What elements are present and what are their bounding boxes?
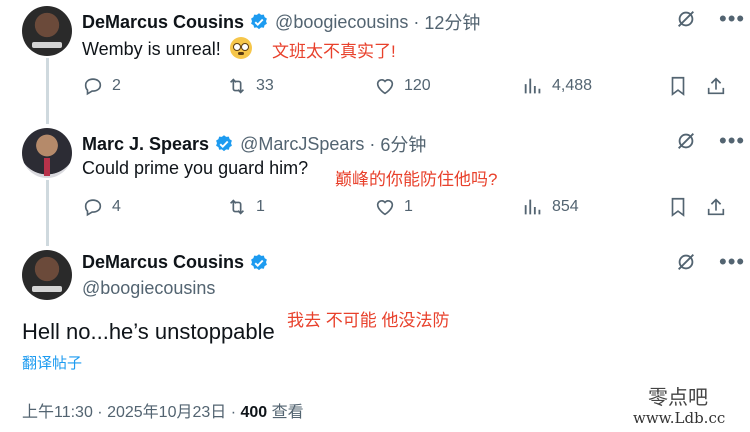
- like-icon: [376, 200, 394, 216]
- translation-annotation: 巅峰的你能防住他吗?: [335, 170, 498, 189]
- views-icon: [524, 199, 541, 215]
- author-handle[interactable]: @boogiecousins: [275, 12, 408, 33]
- reply-icon: [84, 199, 102, 217]
- post-timestamp[interactable]: 上午11:30 · 2025年10月23日 ·: [22, 404, 240, 421]
- reply-button[interactable]: 2: [82, 75, 121, 97]
- views-button[interactable]: 4,488: [522, 75, 592, 97]
- thread-line: [46, 58, 49, 124]
- retweet-button[interactable]: 33: [226, 75, 274, 97]
- bookmark-icon: [671, 76, 685, 96]
- more-icon[interactable]: •••: [719, 8, 745, 30]
- tweet-top-icons: •••: [675, 251, 745, 273]
- timestamp[interactable]: 6分钟: [380, 131, 426, 157]
- author-name[interactable]: DeMarcus Cousins: [82, 252, 244, 273]
- like-count: 120: [404, 77, 431, 94]
- reply-icon: [84, 78, 102, 96]
- separator-dot: ·: [413, 11, 420, 32]
- tweet-top-icons: •••: [675, 8, 745, 30]
- flushed-emoji-icon: [229, 37, 252, 59]
- reply-count: 2: [112, 77, 121, 94]
- bookmark-button[interactable]: [667, 196, 689, 218]
- like-count: 1: [404, 198, 413, 215]
- bookmark-icon: [671, 197, 685, 217]
- watermark-logo: 零点吧: [648, 385, 708, 409]
- tweet-text: Hell no...he’s unstoppable: [22, 319, 275, 344]
- share-button[interactable]: [705, 196, 727, 218]
- views-count: 854: [552, 198, 579, 215]
- verified-badge-icon: [251, 253, 267, 270]
- post-meta: 上午11:30 · 2025年10月23日 · 400 查看: [22, 398, 304, 422]
- tweet-text-content: Wemby is unreal!: [82, 39, 221, 59]
- avatar[interactable]: [22, 250, 72, 300]
- verified-badge-icon: [251, 13, 267, 30]
- views-button[interactable]: 854: [522, 196, 579, 218]
- retweet-button[interactable]: 1: [226, 196, 265, 218]
- views-count: 4,488: [552, 77, 593, 94]
- bookmark-button[interactable]: [667, 75, 689, 97]
- avatar[interactable]: [22, 128, 72, 178]
- translate-post-link[interactable]: 翻译帖子: [22, 352, 82, 373]
- author-handle[interactable]: @boogiecousins: [82, 278, 215, 299]
- tweet-text: Wemby is unreal!: [82, 37, 252, 60]
- author-name[interactable]: DeMarcus Cousins: [82, 12, 244, 33]
- author-row: DeMarcus Cousins: [82, 252, 275, 273]
- views-label: 查看: [267, 404, 304, 421]
- reply-button[interactable]: 4: [82, 196, 121, 218]
- tweet-text: Could prime you guard him?: [82, 158, 309, 178]
- retweet-icon: [229, 199, 245, 215]
- action-bar: 4 1 1 854: [82, 196, 732, 226]
- like-button[interactable]: 120: [374, 75, 431, 97]
- translation-annotation: 文班太不真实了!: [272, 42, 396, 61]
- share-button[interactable]: [705, 75, 727, 97]
- translation-annotation: 我去 不可能 他没法防: [287, 311, 450, 330]
- author-handle[interactable]: @MarcJSpears: [240, 134, 364, 155]
- share-icon: [707, 77, 725, 95]
- action-bar: 2 33 120 4,488: [82, 75, 732, 105]
- like-button[interactable]: 1: [374, 196, 413, 218]
- reply-count: 4: [112, 198, 121, 215]
- grok-icon[interactable]: [675, 251, 697, 273]
- author-name[interactable]: Marc J. Spears: [82, 134, 209, 155]
- more-icon[interactable]: •••: [719, 130, 745, 152]
- author-row: Marc J. Spears @MarcJSpears · 6分钟: [82, 131, 426, 157]
- retweet-count: 1: [256, 198, 265, 215]
- views-total: 400: [240, 404, 268, 421]
- timestamp[interactable]: 12分钟: [424, 9, 480, 35]
- share-icon: [707, 198, 725, 216]
- like-icon: [376, 79, 394, 95]
- tweet-top-icons: •••: [675, 130, 745, 152]
- grok-icon[interactable]: [675, 8, 697, 30]
- retweet-count: 33: [256, 77, 274, 94]
- retweet-icon: [229, 78, 245, 94]
- views-icon: [524, 78, 541, 94]
- avatar[interactable]: [22, 6, 72, 56]
- watermark-url: www.Ldb.cc: [633, 409, 726, 427]
- author-row: DeMarcus Cousins @boogiecousins · 12分钟: [82, 9, 480, 35]
- verified-badge-icon: [216, 135, 232, 152]
- thread-line: [46, 180, 49, 246]
- separator-dot: ·: [369, 133, 376, 154]
- more-icon[interactable]: •••: [719, 251, 745, 273]
- grok-icon[interactable]: [675, 130, 697, 152]
